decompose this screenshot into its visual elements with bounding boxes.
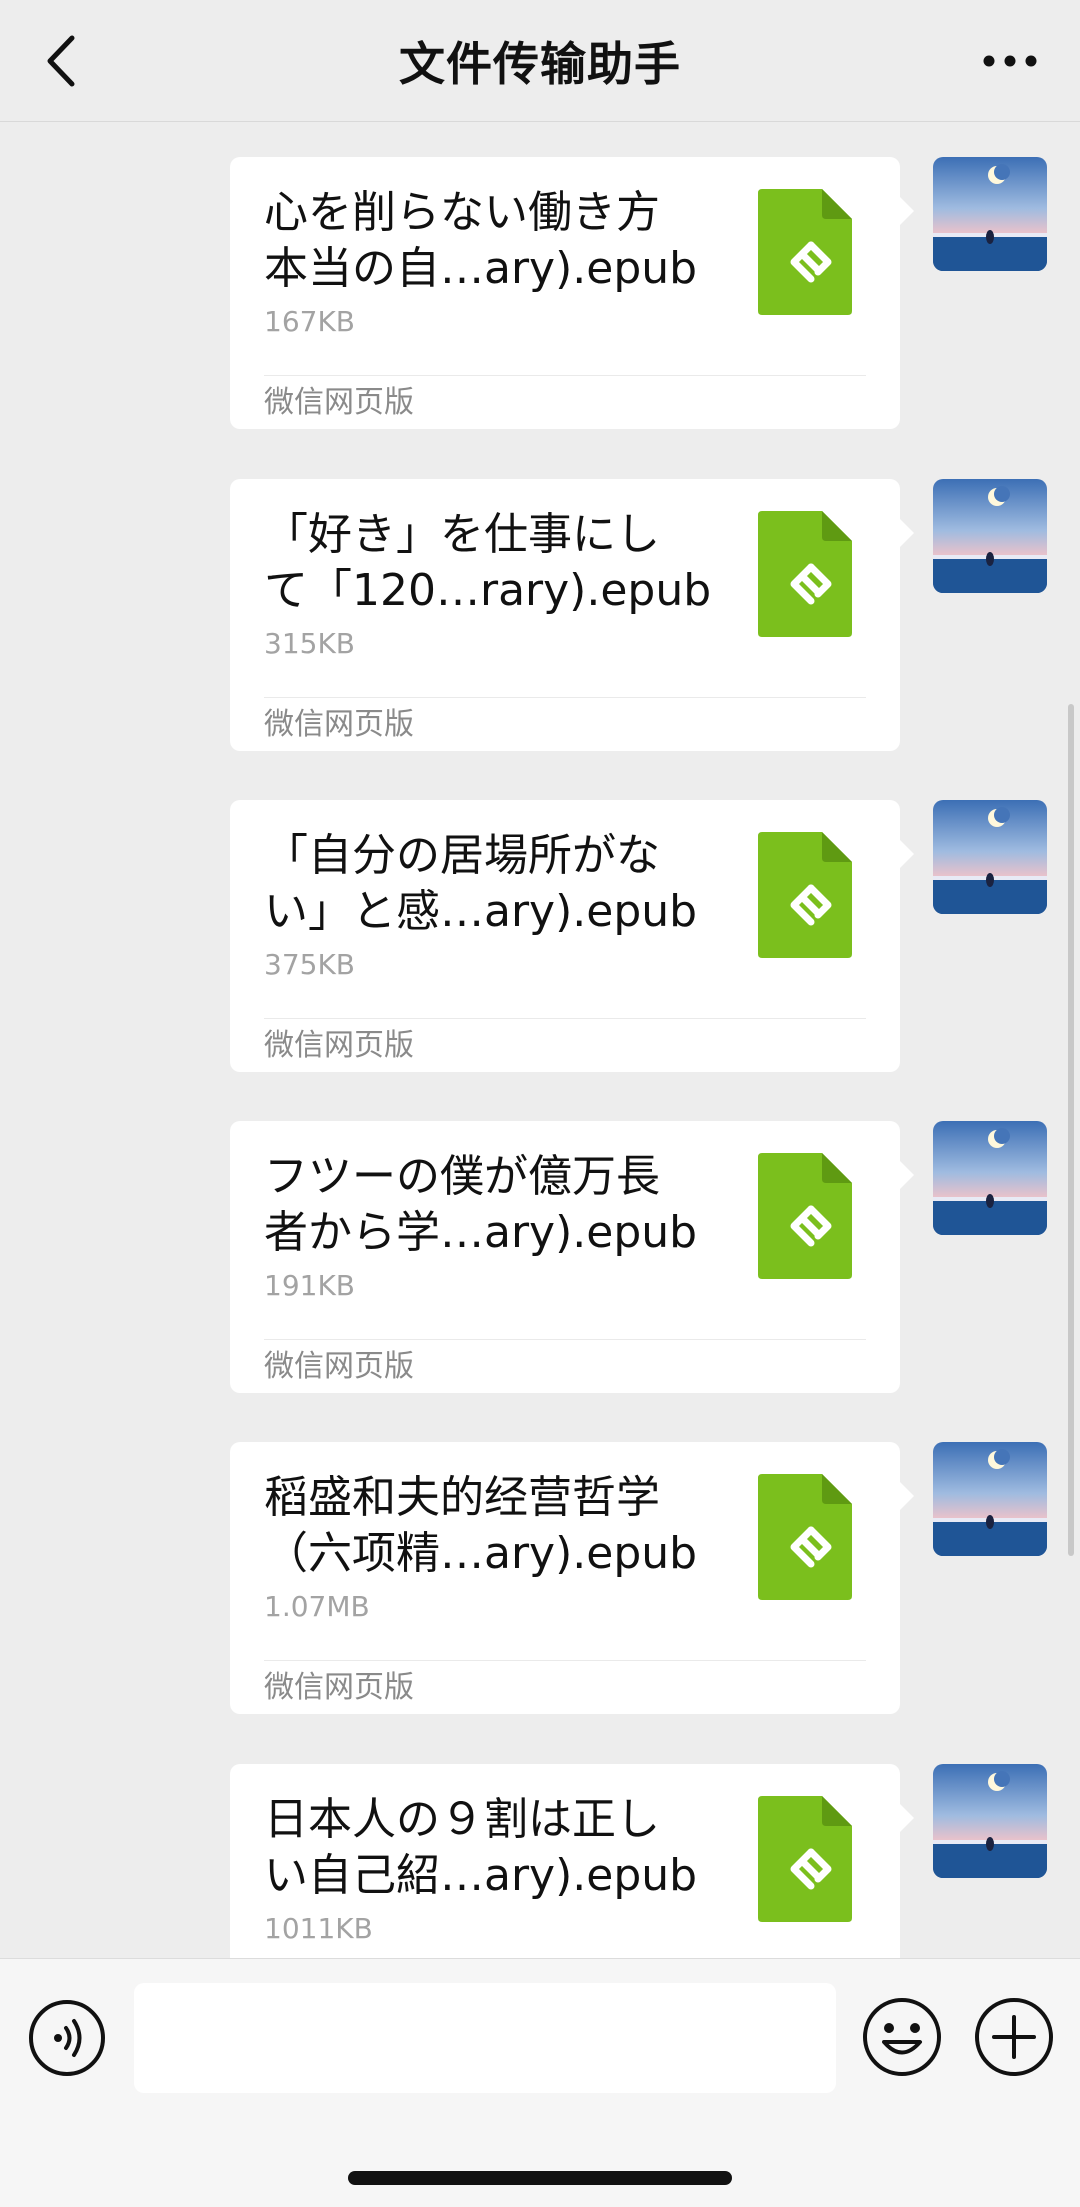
message-row: 「好き」を仕事にし て「120…rary).epub 315KB 微信网页版 bbox=[0, 479, 1080, 751]
epub-file-icon bbox=[758, 511, 852, 637]
message-row: 「自分の居場所がな い」と感…ary).epub 375KB 微信网页版 bbox=[0, 800, 1080, 1072]
file-message-bubble[interactable]: 「自分の居場所がな い」と感…ary).epub 375KB 微信网页版 bbox=[230, 800, 914, 1072]
file-name: フツーの僕が億万長 者から学…ary).epub bbox=[264, 1149, 714, 1261]
page-title: 文件传输助手 bbox=[399, 37, 681, 91]
divider bbox=[264, 1018, 866, 1019]
chat-header: 文件传输助手 bbox=[0, 0, 1080, 122]
epub-file-icon bbox=[758, 1474, 852, 1600]
message-row: 稻盛和夫的经营哲学 （六项精…ary).epub 1.07MB 微信网页版 bbox=[0, 1442, 1080, 1714]
message-source: 微信网页版 bbox=[264, 385, 414, 420]
file-name: 日本人の９割は正し い自己紹…ary).epub bbox=[264, 1792, 714, 1904]
file-message-bubble[interactable]: 心を削らない働き方 本当の自…ary).epub 167KB 微信网页版 bbox=[230, 157, 914, 429]
message-source: 微信网页版 bbox=[264, 1670, 414, 1705]
file-name-line: い自己紹…ary).epub bbox=[264, 1850, 698, 1901]
file-message-bubble[interactable]: フツーの僕が億万長 者から学…ary).epub 191KB 微信网页版 bbox=[230, 1121, 914, 1393]
avatar-image bbox=[933, 157, 1047, 271]
avatar[interactable] bbox=[933, 479, 1047, 593]
divider bbox=[264, 1660, 866, 1661]
file-name-line: 心を削らない働き方 bbox=[264, 187, 660, 238]
file-size: 167KB bbox=[264, 305, 356, 338]
file-name-line: 日本人の９割は正し bbox=[264, 1794, 660, 1845]
file-name-line: い」と感…ary).epub bbox=[264, 886, 698, 937]
file-name-line: 本当の自…ary).epub bbox=[264, 243, 698, 294]
plus-icon bbox=[975, 1998, 1053, 2076]
chat-screen: 文件传输助手 心を削らない働き方 本当の自…ary).epub 167KB 微信… bbox=[0, 0, 1080, 2207]
more-dots-icon bbox=[983, 55, 1037, 67]
file-name: 心を削らない働き方 本当の自…ary).epub bbox=[264, 185, 714, 297]
file-name: 「好き」を仕事にし て「120…rary).epub bbox=[264, 507, 714, 619]
emoji-button[interactable] bbox=[862, 1997, 942, 2077]
file-size: 1.07MB bbox=[264, 1590, 370, 1623]
home-indicator[interactable] bbox=[348, 2171, 732, 2185]
avatar[interactable] bbox=[933, 1764, 1047, 1878]
file-name-line: （六项精…ary).epub bbox=[264, 1528, 698, 1579]
voice-button[interactable] bbox=[28, 1999, 106, 2077]
emoji-icon bbox=[863, 1998, 941, 2076]
epub-file-icon bbox=[758, 1796, 852, 1922]
file-name-line: 「自分の居場所がな bbox=[264, 830, 660, 881]
file-name: 「自分の居場所がな い」と感…ary).epub bbox=[264, 828, 714, 940]
avatar-image bbox=[933, 1764, 1047, 1878]
file-size: 1011KB bbox=[264, 1912, 373, 1945]
message-source: 微信网页版 bbox=[264, 1028, 414, 1063]
message-source: 微信网页版 bbox=[264, 1349, 414, 1384]
file-name-line: 者から学…ary).epub bbox=[264, 1207, 698, 1258]
avatar[interactable] bbox=[933, 1442, 1047, 1556]
avatar[interactable] bbox=[933, 157, 1047, 271]
plus-button[interactable] bbox=[974, 1997, 1054, 2077]
epub-file-icon bbox=[758, 1153, 852, 1279]
file-name-line: 「好き」を仕事にし bbox=[264, 509, 660, 560]
avatar-image bbox=[933, 1442, 1047, 1556]
file-message-bubble[interactable]: 「好き」を仕事にし て「120…rary).epub 315KB 微信网页版 bbox=[230, 479, 914, 751]
back-button[interactable] bbox=[30, 24, 90, 98]
file-name-line: て「120…rary).epub bbox=[264, 565, 712, 616]
epub-file-icon bbox=[758, 832, 852, 958]
divider bbox=[264, 1339, 866, 1340]
avatar-image bbox=[933, 479, 1047, 593]
file-size: 375KB bbox=[264, 948, 356, 981]
divider bbox=[264, 697, 866, 698]
avatar[interactable] bbox=[933, 1121, 1047, 1235]
avatar-image bbox=[933, 800, 1047, 914]
file-message-bubble[interactable]: 稻盛和夫的经营哲学 （六项精…ary).epub 1.07MB 微信网页版 bbox=[230, 1442, 914, 1714]
file-name-line: 稻盛和夫的经营哲学 bbox=[264, 1472, 660, 1523]
message-row: フツーの僕が億万長 者から学…ary).epub 191KB 微信网页版 bbox=[0, 1121, 1080, 1393]
divider bbox=[264, 375, 866, 376]
chevron-left-icon bbox=[47, 35, 75, 87]
message-input[interactable] bbox=[134, 1983, 836, 2093]
file-name: 稻盛和夫的经营哲学 （六项精…ary).epub bbox=[264, 1470, 714, 1582]
file-size: 315KB bbox=[264, 627, 356, 660]
avatar-image bbox=[933, 1121, 1047, 1235]
input-bar bbox=[0, 1958, 1080, 2207]
file-name-line: フツーの僕が億万長 bbox=[264, 1151, 660, 1202]
more-button[interactable] bbox=[970, 30, 1050, 92]
message-source: 微信网页版 bbox=[264, 707, 414, 742]
avatar[interactable] bbox=[933, 800, 1047, 914]
message-row: 心を削らない働き方 本当の自…ary).epub 167KB 微信网页版 bbox=[0, 157, 1080, 429]
voice-icon bbox=[29, 2000, 105, 2076]
epub-file-icon bbox=[758, 189, 852, 315]
file-size: 191KB bbox=[264, 1269, 356, 1302]
